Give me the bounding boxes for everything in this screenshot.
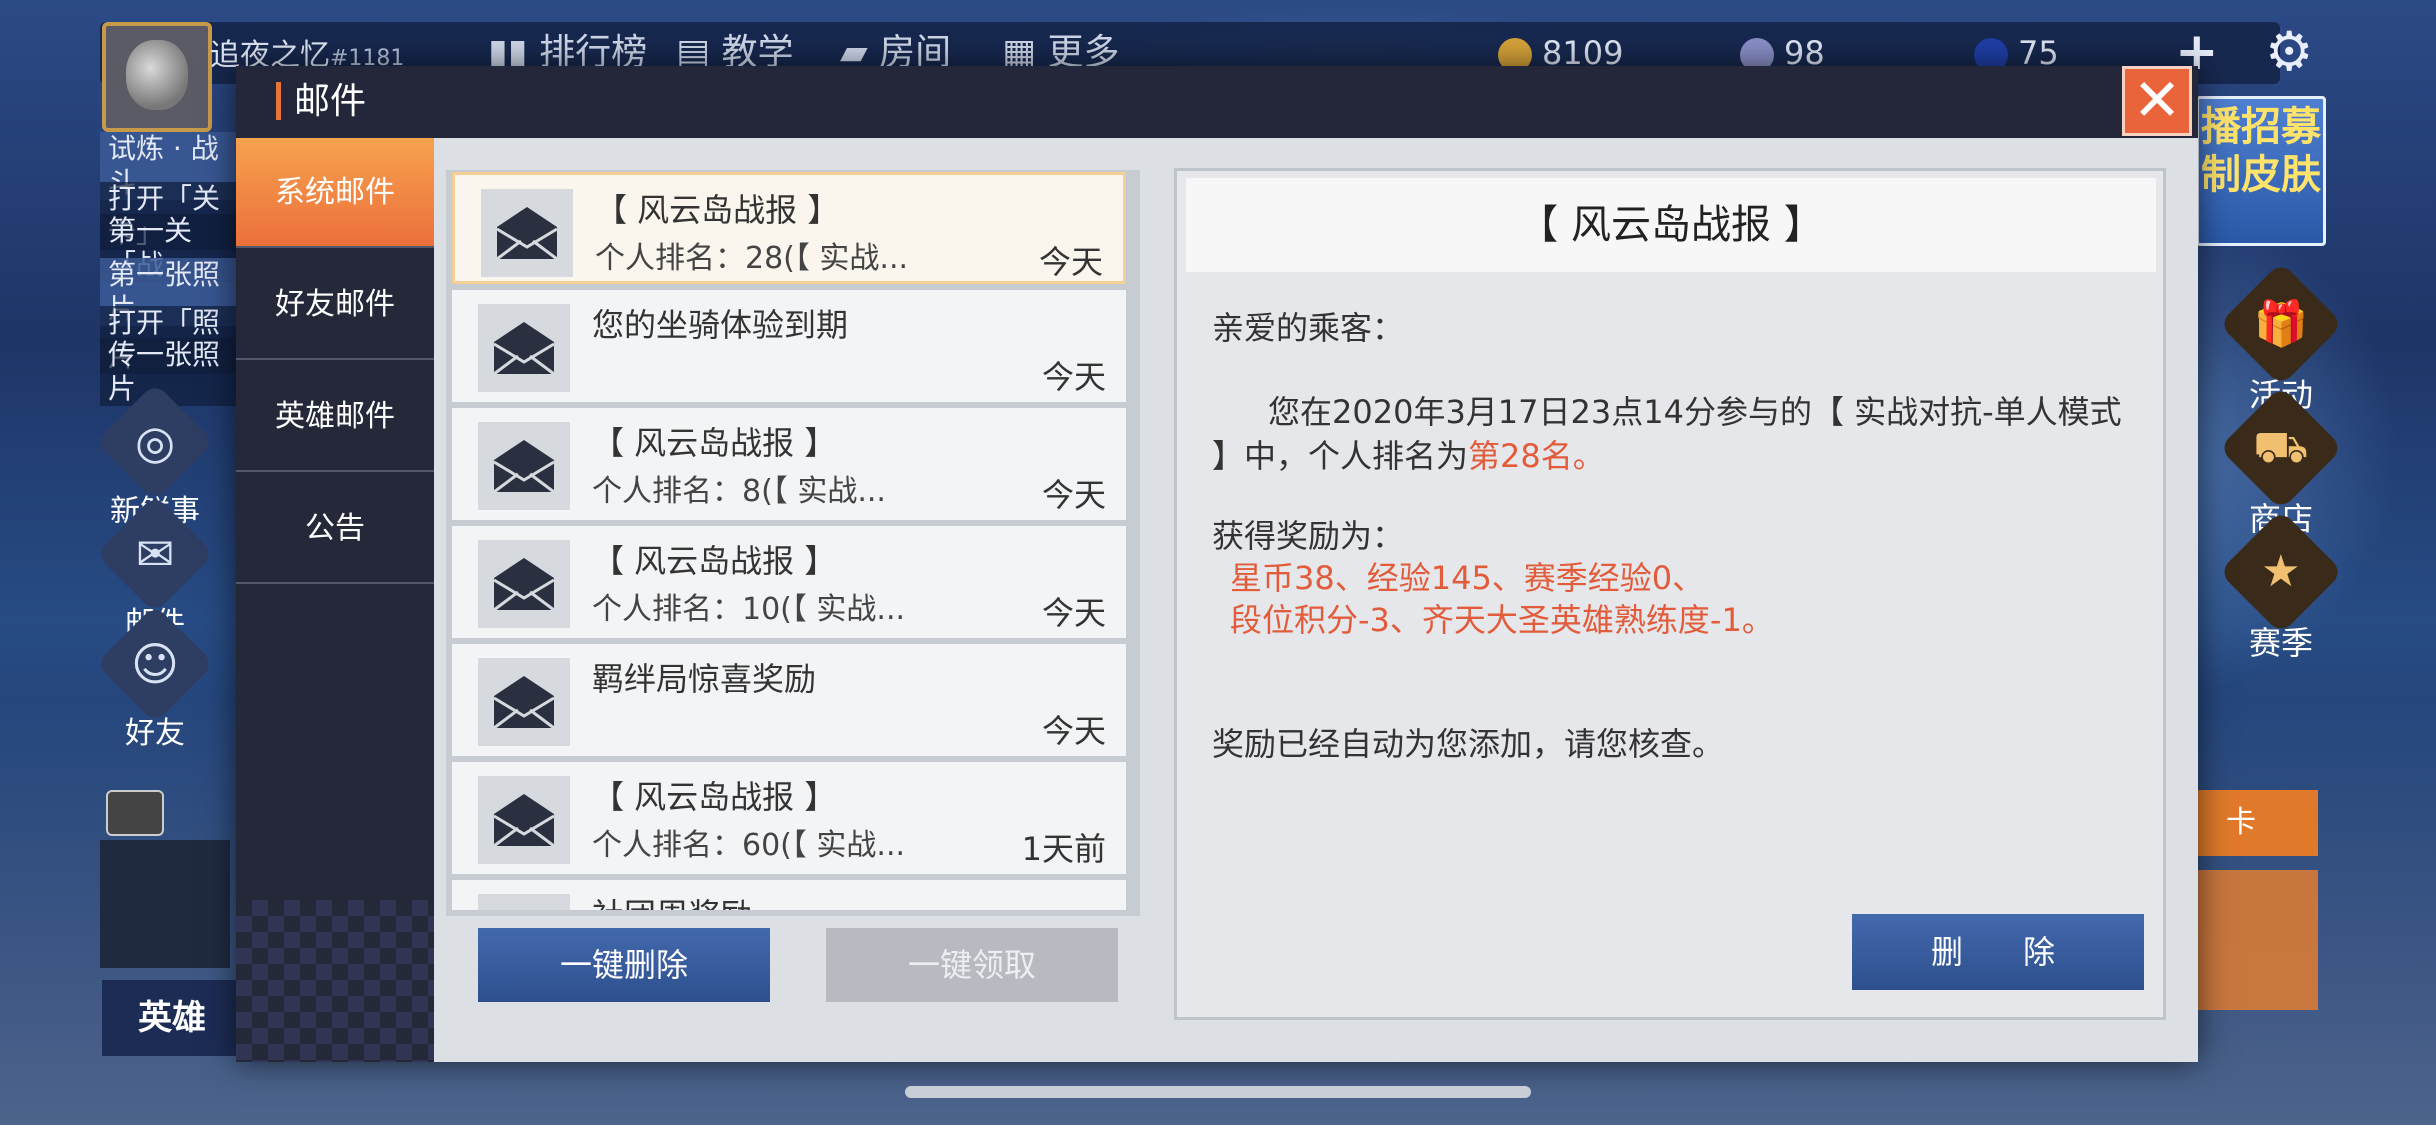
right-card[interactable]: 卡 bbox=[2196, 790, 2318, 856]
tab-friend-mail[interactable]: 好友邮件 bbox=[236, 250, 434, 360]
mail-item[interactable]: 【 风云岛战报 】 个人排名：60(【 实战... 1天前 bbox=[452, 762, 1126, 874]
mail-preview: 个人排名：28(【 实战... bbox=[595, 241, 909, 276]
reward-line: 段位积分-3、齐天大圣英雄熟练度-1。 bbox=[1230, 601, 1774, 639]
side-button-friends[interactable]: ☺ 好友 bbox=[95, 604, 215, 752]
mail-title: 【 风云岛战报 】 bbox=[592, 778, 837, 816]
shop-bag-icon: ⛟ bbox=[2218, 385, 2344, 511]
envelope-icon bbox=[481, 189, 573, 277]
mail-title: 社团周奖励 bbox=[592, 890, 752, 910]
mail-dialog-header bbox=[236, 66, 2198, 138]
mail-rank: 第28名。 bbox=[1468, 437, 1605, 475]
mail-item[interactable]: 【 风云岛战报 】 个人排名：28(【 实战... 今天 bbox=[452, 172, 1126, 284]
mail-greeting: 亲爱的乘客： bbox=[1212, 309, 1405, 347]
mail-item[interactable]: 您的坐骑体验到期 今天 bbox=[452, 290, 1126, 402]
mail-icon: ✉ bbox=[95, 494, 215, 614]
mail-time: 今天 bbox=[1041, 358, 1106, 396]
event-banner[interactable]: 播招募 制皮肤 bbox=[2196, 96, 2326, 246]
title-accent-bar bbox=[276, 82, 281, 120]
mail-time: 今天 bbox=[1038, 243, 1103, 281]
quest-line[interactable]: 传一张照片 bbox=[100, 338, 240, 406]
mail-title: 您的坐骑体验到期 bbox=[592, 306, 849, 344]
tab-announcement[interactable]: 公告 bbox=[236, 474, 434, 584]
mail-title: 【 风云岛战报 】 bbox=[592, 424, 837, 462]
season-star-icon: ★ bbox=[2218, 509, 2344, 635]
tab-system-mail[interactable]: 系统邮件 bbox=[236, 138, 434, 248]
reward-label: 获得奖励为： bbox=[1212, 517, 1405, 555]
mail-item[interactable]: 羁绊局惊喜奖励 今天 bbox=[452, 644, 1126, 756]
home-indicator[interactable] bbox=[905, 1086, 1531, 1098]
mail-title: 【 风云岛战报 】 bbox=[595, 191, 840, 229]
envelope-icon bbox=[478, 894, 570, 910]
right-card-panel[interactable] bbox=[2196, 870, 2318, 1010]
tab-hero-mail[interactable]: 英雄邮件 bbox=[236, 362, 434, 472]
close-button[interactable]: ✕ bbox=[2122, 66, 2192, 136]
mail-preview: 个人排名：8(【 实战... bbox=[592, 474, 886, 509]
mail-title: 【 风云岛战报 】 bbox=[592, 542, 837, 580]
mail-title: 羁绊局惊喜奖励 bbox=[592, 660, 817, 698]
mail-time: 1天前 bbox=[1021, 830, 1106, 868]
envelope-icon bbox=[478, 776, 570, 864]
player-avatar[interactable] bbox=[102, 22, 212, 132]
reward-line: 星币38、经验145、赛季经验0、 bbox=[1230, 559, 1705, 597]
mail-item[interactable]: 【 风云岛战报 】 个人排名：10(【 实战... 今天 bbox=[452, 526, 1126, 638]
envelope-icon bbox=[478, 540, 570, 628]
mail-detail-title: 【 风云岛战报 】 bbox=[1186, 178, 2156, 272]
mail-body: 您在2020年3月17日23点14分参与的【 实战对抗-单人模式 】中，个人排名… bbox=[1212, 390, 2142, 478]
claim-all-button[interactable]: 一键领取 bbox=[826, 928, 1118, 1002]
gift-icon: 🎁 bbox=[2218, 261, 2344, 387]
gear-icon[interactable]: ⚙ bbox=[2265, 22, 2313, 82]
mail-time: 今天 bbox=[1041, 476, 1106, 514]
envelope-icon bbox=[478, 658, 570, 746]
envelope-icon bbox=[478, 304, 570, 392]
left-panel bbox=[100, 840, 230, 968]
mail-preview: 个人排名：10(【 实战... bbox=[592, 592, 906, 627]
mail-item[interactable]: 【 风云岛战报 】 个人排名：8(【 实战... 今天 bbox=[452, 408, 1126, 520]
mail-time: 今天 bbox=[1041, 712, 1106, 750]
mail-list[interactable]: 【 风云岛战报 】 个人排名：28(【 实战... 今天 您的坐骑体验到期 今天… bbox=[452, 170, 1132, 910]
mail-item[interactable]: 社团周奖励 bbox=[452, 880, 1126, 910]
mail-body-text: 您在2020年3月17日23点14分参与的【 实战对抗-单人模式 】中，个人排名… bbox=[1212, 393, 2122, 475]
friends-icon: ☺ bbox=[95, 604, 215, 724]
notice-badge[interactable] bbox=[106, 790, 164, 836]
mail-time: 今天 bbox=[1041, 594, 1106, 632]
envelope-icon bbox=[478, 422, 570, 510]
camera-icon: ◎ bbox=[95, 382, 215, 502]
mail-footer: 奖励已经自动为您添加，请您核查。 bbox=[1212, 725, 1725, 763]
close-icon: ✕ bbox=[2132, 66, 2182, 134]
mail-preview: 个人排名：60(【 实战... bbox=[592, 828, 906, 863]
delete-all-button[interactable]: 一键删除 bbox=[478, 928, 770, 1002]
hero-strip[interactable]: 英雄 bbox=[102, 980, 242, 1056]
delete-mail-button[interactable]: 删除 bbox=[1852, 914, 2144, 990]
nav-decoration bbox=[236, 900, 434, 1062]
side-button-season[interactable]: ★ 赛季 bbox=[2218, 509, 2344, 664]
dialog-title: 邮件 bbox=[294, 81, 367, 122]
